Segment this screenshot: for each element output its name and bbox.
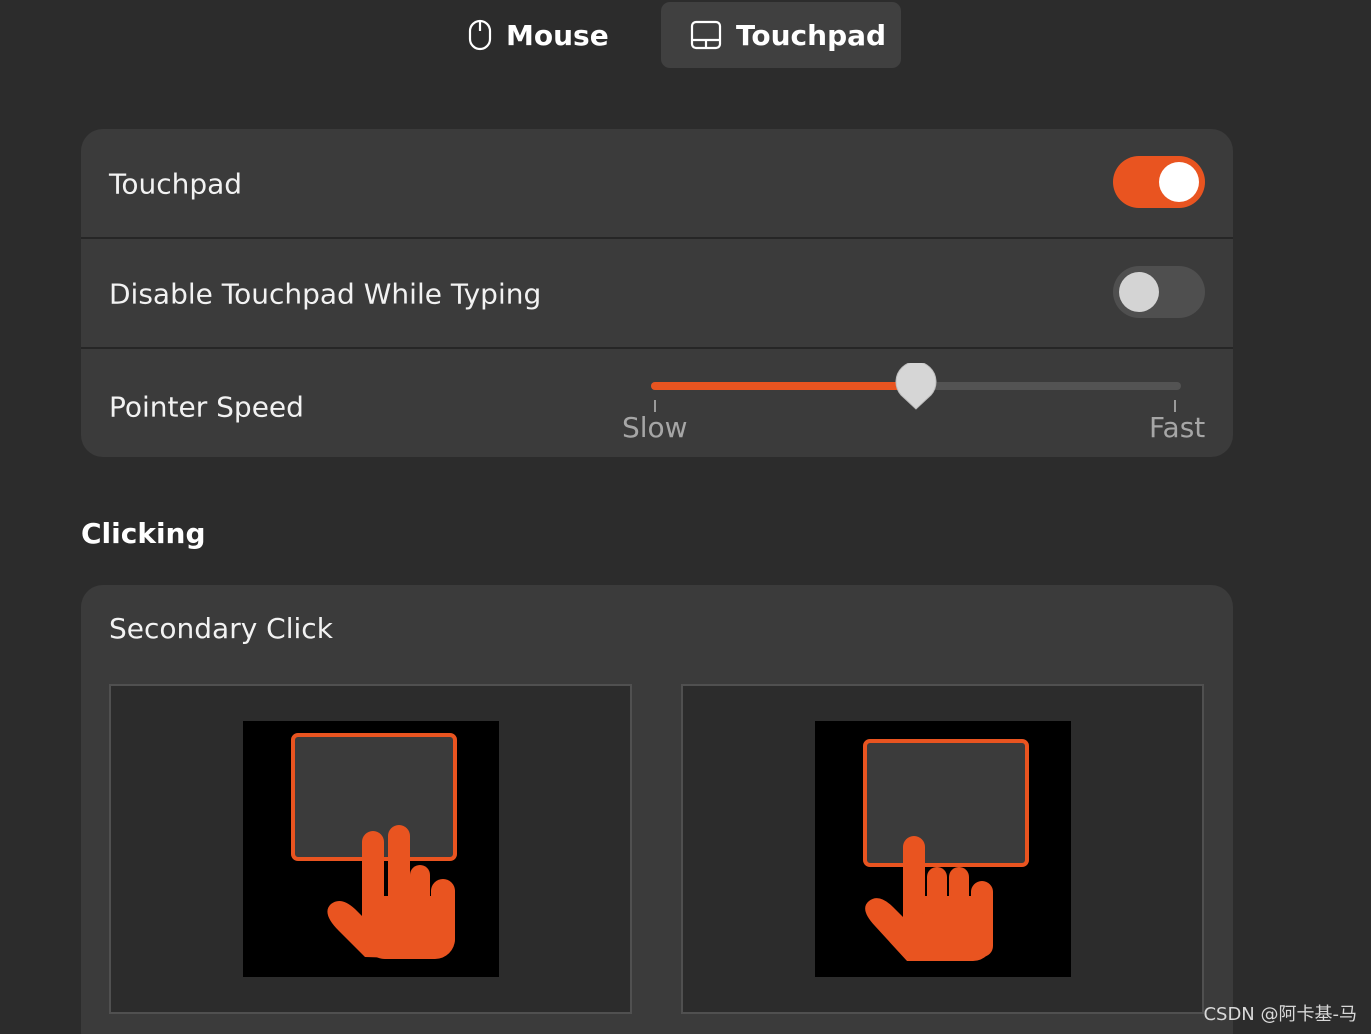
two-finger-touchpad-icon — [243, 721, 499, 977]
slow-label: Slow — [622, 411, 688, 444]
slider-fill — [651, 382, 916, 390]
touchpad-label: Touchpad — [109, 167, 243, 200]
mouse-icon — [468, 19, 492, 51]
secondary-click-label: Secondary Click — [109, 612, 333, 645]
tab-touchpad[interactable]: Touchpad — [661, 2, 901, 68]
tab-touchpad-label: Touchpad — [736, 18, 887, 52]
corner-click-option[interactable] — [681, 684, 1204, 1014]
disable-while-typing-row: Disable Touchpad While Typing — [81, 239, 1233, 348]
pointer-speed-row: Pointer Speed Slow Fast — [81, 349, 1233, 457]
touchpad-row: Touchpad — [81, 129, 1233, 238]
pointer-speed-label: Pointer Speed — [109, 390, 304, 424]
tab-mouse[interactable]: Mouse — [440, 2, 640, 68]
two-finger-click-option[interactable] — [109, 684, 632, 1014]
secondary-click-card: Secondary Click — [81, 585, 1233, 1034]
disable-while-typing-toggle[interactable] — [1113, 266, 1205, 318]
settings-page: Mouse Touchpad Touchpad Disable Touchpad… — [0, 0, 1371, 1034]
disable-while-typing-label: Disable Touchpad While Typing — [109, 277, 542, 310]
clicking-heading: Clicking — [81, 517, 206, 550]
toggle-knob — [1119, 272, 1159, 312]
toggle-knob — [1159, 162, 1199, 202]
watermark-text: CSDN @阿卡基-马 — [1203, 1004, 1357, 1025]
touchpad-toggle[interactable] — [1113, 156, 1205, 208]
corner-touchpad-icon — [815, 721, 1071, 977]
touchpad-icon — [690, 20, 722, 50]
tab-mouse-label: Mouse — [506, 18, 609, 52]
touchpad-settings-card: Touchpad Disable Touchpad While Typing P… — [81, 129, 1233, 457]
slider-thumb[interactable] — [895, 361, 937, 411]
fast-label: Fast — [1149, 411, 1206, 444]
